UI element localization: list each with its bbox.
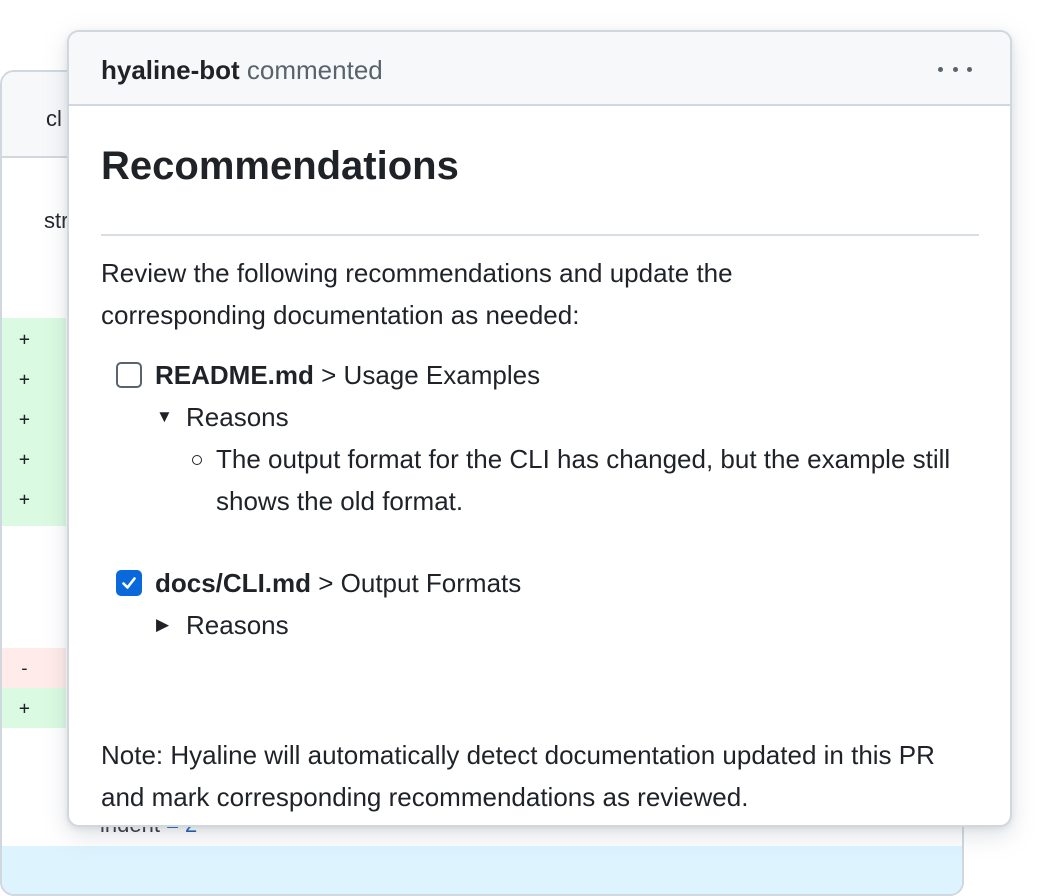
title-divider bbox=[101, 234, 979, 236]
check-icon bbox=[122, 577, 136, 589]
diff-del-sign: - bbox=[19, 658, 30, 679]
reasons-label: Reasons bbox=[186, 402, 289, 432]
triangle-right-icon: ▶ bbox=[156, 615, 170, 634]
diff-file-name[interactable]: cl bbox=[46, 106, 62, 132]
reason-item: The output format for the CLI has change… bbox=[192, 438, 982, 522]
recommendation-checkbox[interactable] bbox=[116, 570, 142, 596]
menu-dot bbox=[967, 66, 972, 72]
comment-author-line: hyaline-bot commented bbox=[101, 55, 383, 86]
recommendation-line: docs/CLI.md > Output Formats bbox=[116, 562, 521, 604]
recommendation-line: README.md > Usage Examples bbox=[116, 354, 982, 396]
diff-code-line: str bbox=[44, 208, 69, 233]
hollow-circle-icon bbox=[192, 455, 202, 465]
recommendation-item: docs/CLI.md > Output Formats ▶ Reasons bbox=[116, 562, 521, 646]
menu-dot bbox=[952, 66, 958, 72]
menu-dot bbox=[938, 66, 943, 72]
comment-header: hyaline-bot commented bbox=[69, 32, 1010, 106]
diff-add-sign: + bbox=[19, 409, 30, 430]
diff-added-lines: + + + + + bbox=[2, 318, 66, 526]
recommendation-item: README.md > Usage Examples ▼ Reasons The… bbox=[116, 354, 982, 522]
diff-add-sign: + bbox=[19, 698, 30, 719]
triangle-down-icon: ▼ bbox=[156, 407, 173, 426]
diff-add-sign: + bbox=[19, 369, 30, 390]
diff-add-sign: + bbox=[19, 329, 30, 350]
reasons-toggle[interactable]: ▼ Reasons bbox=[156, 396, 982, 438]
diff-removed-line: - bbox=[2, 648, 66, 688]
comment-note: Note: Hyaline will automatically detect … bbox=[101, 740, 935, 812]
recommendation-section: > Output Formats bbox=[311, 568, 522, 598]
recommendation-checkbox[interactable] bbox=[116, 362, 142, 388]
recommendation-file: docs/CLI.md bbox=[155, 568, 312, 598]
recommendation-section: > Usage Examples bbox=[313, 360, 541, 390]
diff-hunk-footer bbox=[2, 846, 962, 894]
comment-action: commented bbox=[246, 55, 383, 85]
comment-title: Recommendations bbox=[101, 144, 459, 188]
kebab-horizontal-icon[interactable] bbox=[935, 58, 975, 80]
reason-text: The output format for the CLI has change… bbox=[216, 444, 951, 516]
comment-intro: Review the following recommendations and… bbox=[101, 258, 733, 330]
recommendation-file: README.md bbox=[155, 360, 314, 390]
diff-add-sign: + bbox=[19, 449, 30, 470]
diff-add-sign: + bbox=[19, 489, 30, 510]
reasons-toggle[interactable]: ▶ Reasons bbox=[156, 604, 521, 646]
diff-added-line: + bbox=[2, 688, 66, 728]
comment-card: hyaline-bot commented Recommendations Re… bbox=[67, 30, 1012, 827]
reasons-label: Reasons bbox=[186, 610, 289, 640]
comment-author[interactable]: hyaline-bot bbox=[101, 55, 240, 85]
